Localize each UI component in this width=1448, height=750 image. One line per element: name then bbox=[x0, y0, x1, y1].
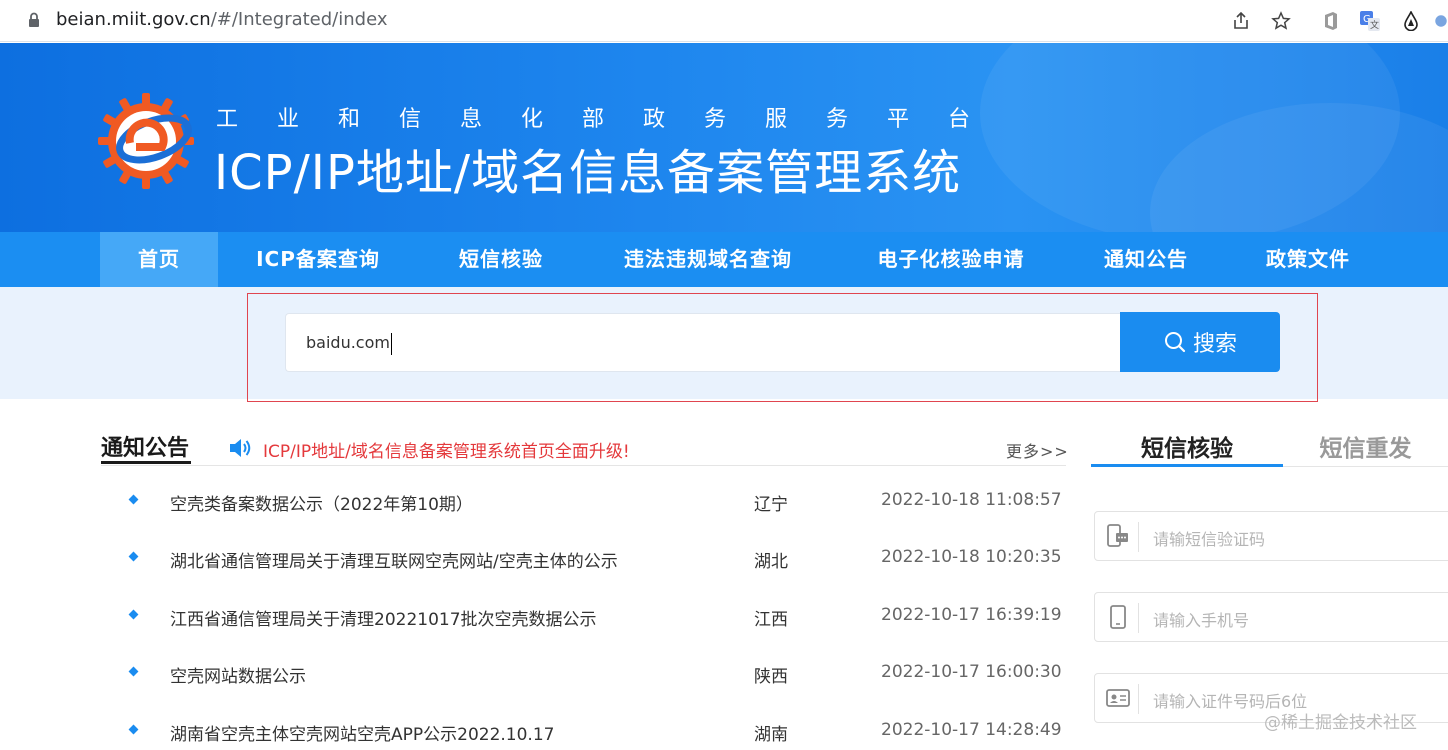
system-title: ICP/IP地址/域名信息备案管理系统 bbox=[214, 145, 962, 201]
notice-row[interactable]: 空壳网站数据公示 陕西 2022-10-17 16:00:30 bbox=[101, 660, 1066, 690]
header-banner: 工业和信息化部政务服务平台 ICP/IP地址/域名信息备案管理系统 bbox=[0, 43, 1448, 232]
field-separator bbox=[1138, 603, 1139, 633]
search-button-label: 搜索 bbox=[1192, 332, 1237, 357]
field-separator bbox=[1138, 522, 1139, 552]
nav-illegal-domain-query[interactable]: 违法违规域名查询 bbox=[610, 232, 806, 287]
speaker-icon bbox=[230, 439, 251, 457]
nav-home[interactable]: 首页 bbox=[100, 232, 218, 287]
notice-province: 陕西 bbox=[754, 667, 788, 687]
tab-divider bbox=[1283, 466, 1448, 467]
notice-time: 2022-10-17 16:39:19 bbox=[881, 605, 1062, 625]
notice-row[interactable]: 江西省通信管理局关于清理20221017批次空壳数据公示 江西 2022-10-… bbox=[101, 603, 1066, 633]
url-host: beian.miit.gov.cn bbox=[56, 9, 211, 30]
notice-province: 湖南 bbox=[754, 725, 788, 745]
notice-headline-link[interactable]: ICP/IP地址/域名信息备案管理系统首页全面升级! bbox=[263, 437, 630, 462]
search-input-value: baidu.com bbox=[306, 333, 390, 352]
field-separator bbox=[1138, 684, 1139, 714]
bullet-icon bbox=[128, 494, 139, 505]
notice-province: 辽宁 bbox=[754, 495, 788, 515]
star-icon[interactable] bbox=[1268, 8, 1294, 34]
nav-sms-verify[interactable]: 短信核验 bbox=[446, 232, 556, 287]
watermark-text: @稀土掘金技术社区 bbox=[1264, 713, 1417, 733]
sms-code-field[interactable]: 请输短信验证码 bbox=[1094, 511, 1448, 561]
more-link[interactable]: 更多>> bbox=[1006, 438, 1069, 462]
bullet-icon bbox=[128, 724, 139, 735]
tab-sms-resend[interactable]: 短信重发 bbox=[1283, 429, 1448, 463]
notice-time: 2022-10-18 11:08:57 bbox=[881, 490, 1062, 510]
active-tab-indicator bbox=[1091, 464, 1283, 467]
notices-title-underline bbox=[101, 461, 191, 464]
share-icon[interactable] bbox=[1228, 8, 1254, 34]
notice-title[interactable]: 空壳网站数据公示 bbox=[170, 662, 306, 687]
notice-title[interactable]: 湖北省通信管理局关于清理互联网空壳网站/空壳主体的公示 bbox=[170, 547, 618, 572]
office-extension-icon[interactable] bbox=[1318, 8, 1344, 34]
phone-placeholder: 请输入手机号 bbox=[1153, 611, 1250, 630]
notice-time: 2022-10-17 16:00:30 bbox=[881, 662, 1062, 682]
svg-text:文: 文 bbox=[1370, 19, 1379, 31]
profile-icon[interactable] bbox=[1434, 8, 1448, 34]
notice-province: 江西 bbox=[754, 610, 788, 630]
main-navigation: 首页 ICP备案查询 短信核验 违法违规域名查询 电子化核验申请 通知公告 政策… bbox=[0, 232, 1448, 287]
translate-extension-icon[interactable]: G文 bbox=[1357, 8, 1383, 34]
platform-subtitle: 工业和信息化部政务服务平台 bbox=[216, 107, 1010, 132]
search-button[interactable]: 搜索 bbox=[1120, 312, 1280, 372]
url-text[interactable]: beian.miit.gov.cn/#/Integrated/index bbox=[56, 9, 388, 30]
notices-divider bbox=[101, 465, 1066, 466]
notice-title[interactable]: 江西省通信管理局关于清理20221017批次空壳数据公示 bbox=[170, 605, 597, 630]
browser-address-bar: beian.miit.gov.cn/#/Integrated/index G文 bbox=[0, 0, 1448, 42]
sms-code-icon bbox=[1103, 521, 1133, 551]
tab-sms-verify[interactable]: 短信核验 bbox=[1091, 429, 1283, 463]
bullet-icon bbox=[128, 666, 139, 677]
id-card-icon bbox=[1103, 683, 1133, 713]
phone-icon bbox=[1103, 602, 1133, 632]
lock-icon[interactable] bbox=[28, 12, 40, 28]
notice-title[interactable]: 空壳类备案数据公示（2022年第10期） bbox=[170, 490, 473, 515]
bullet-icon bbox=[128, 609, 139, 620]
notice-title[interactable]: 湖南省空壳主体空壳网站空壳APP公示2022.10.17 bbox=[170, 720, 554, 745]
bullet-icon bbox=[128, 551, 139, 562]
search-input[interactable]: baidu.com bbox=[285, 313, 1121, 372]
nav-notices[interactable]: 通知公告 bbox=[1092, 232, 1200, 287]
sms-code-placeholder: 请输短信验证码 bbox=[1153, 530, 1266, 549]
nav-electronic-verify[interactable]: 电子化核验申请 bbox=[862, 232, 1040, 287]
notice-row[interactable]: 湖北省通信管理局关于清理互联网空壳网站/空壳主体的公示 湖北 2022-10-1… bbox=[101, 545, 1066, 575]
miit-logo bbox=[98, 93, 194, 189]
phone-field[interactable]: 请输入手机号 bbox=[1094, 592, 1448, 642]
drop-extension-icon[interactable] bbox=[1398, 8, 1424, 34]
notice-row[interactable]: 空壳类备案数据公示（2022年第10期） 辽宁 2022-10-18 11:08… bbox=[101, 488, 1066, 518]
notice-time: 2022-10-17 14:28:49 bbox=[881, 720, 1062, 740]
notice-time: 2022-10-18 10:20:35 bbox=[881, 547, 1062, 567]
text-caret bbox=[390, 332, 392, 355]
nav-policy-documents[interactable]: 政策文件 bbox=[1254, 232, 1362, 287]
url-path: /#/Integrated/index bbox=[210, 9, 388, 30]
nav-icp-query[interactable]: ICP备案查询 bbox=[246, 232, 390, 287]
notice-row[interactable]: 湖南省空壳主体空壳网站空壳APP公示2022.10.17 湖南 2022-10-… bbox=[101, 718, 1066, 748]
notices-title[interactable]: 通知公告 bbox=[101, 430, 189, 462]
search-icon bbox=[1164, 332, 1186, 353]
notice-province: 湖北 bbox=[754, 552, 788, 572]
